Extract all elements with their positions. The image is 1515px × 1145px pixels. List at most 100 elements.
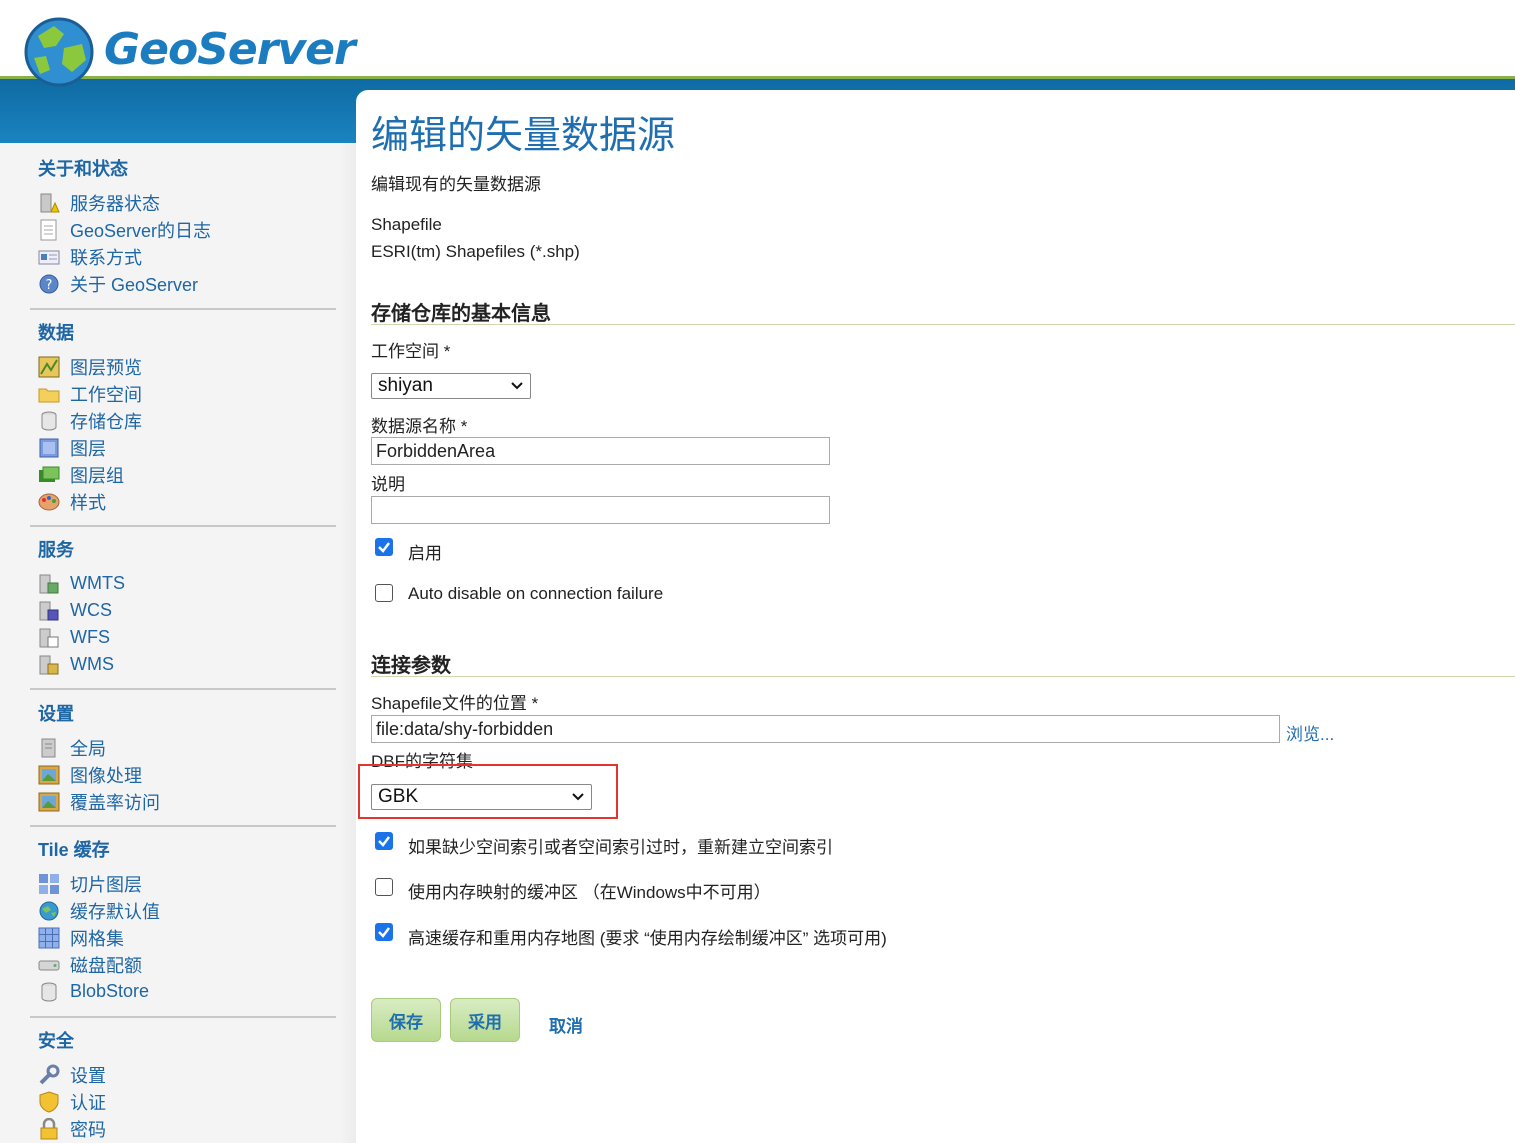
sidebar-item-stores[interactable]: 存储仓库 [38, 407, 336, 434]
cache-memory-maps-checkbox[interactable] [375, 923, 393, 941]
nav-section-services: 服务 WMTS WCS WFS WMS [30, 536, 336, 678]
image-processing-icon [38, 764, 60, 786]
gridsets-icon [38, 927, 60, 949]
sidebar-item-styles[interactable]: 样式 [38, 488, 336, 515]
sidebar-item-wmts[interactable]: WMTS [38, 570, 336, 597]
description-input[interactable] [371, 496, 830, 524]
sidebar-item-label: 图层预览 [70, 357, 142, 378]
sidebar-item-server-status[interactable]: 服务器状态 [38, 189, 336, 216]
page-subtitle: 编辑现有的矢量数据源 [371, 175, 541, 194]
workspace-icon [38, 383, 60, 405]
checkmark-icon [378, 927, 390, 938]
enabled-checkbox[interactable] [375, 538, 393, 556]
section-divider [371, 676, 1515, 677]
nav-section-title: 安全 [38, 1031, 74, 1051]
sidebar-item-blobstore[interactable]: BlobStore [38, 978, 336, 1005]
layer-icon [38, 437, 60, 459]
layer-preview-icon [38, 356, 60, 378]
security-settings-icon [38, 1064, 60, 1086]
sidebar-item-label: 关于 GeoServer [70, 274, 199, 295]
auto-disable-checkbox[interactable] [375, 584, 393, 602]
layer-group-icon [38, 464, 60, 486]
sidebar-item-label: 认证 [70, 1092, 106, 1113]
sidebar-item-passwords[interactable]: 密码 [38, 1115, 336, 1142]
sidebar-item-layer-groups[interactable]: 图层组 [38, 461, 336, 488]
sidebar-item-label: 缓存默认值 [70, 901, 160, 922]
sidebar-item-layers[interactable]: 图层 [38, 434, 336, 461]
wcs-icon [38, 600, 60, 622]
sidebar-item-workspace[interactable]: 工作空间 [38, 380, 336, 407]
sidebar-item-label: BlobStore [70, 981, 150, 1001]
description-label: 说明 [371, 475, 405, 494]
blobstore-icon [38, 981, 60, 1003]
nav-separator [30, 525, 336, 527]
sidebar-item-wfs[interactable]: WFS [38, 624, 336, 651]
sidebar-item-label: 图像处理 [70, 765, 142, 786]
sidebar-item-label: 图层组 [70, 465, 124, 486]
browse-link[interactable]: 浏览... [1286, 720, 1334, 745]
sidebar-item-about[interactable]: ? 关于 GeoServer [38, 270, 336, 297]
data-source-name-input[interactable] [371, 437, 830, 465]
style-icon [38, 491, 60, 513]
apply-button[interactable]: 采用 [450, 998, 520, 1042]
cancel-link[interactable]: 取消 [549, 1012, 583, 1037]
nav-section-tile-cache: Tile 缓存 切片图层 缓存默认值 网格集 磁盘配额 BlobStore [30, 836, 336, 1005]
sidebar-item-label: 全局 [70, 738, 106, 759]
auto-disable-label: Auto disable on connection failure [408, 584, 664, 603]
sidebar-item-wms[interactable]: WMS [38, 651, 336, 678]
sidebar-item-label: 图层 [70, 438, 106, 459]
coverage-access-icon [38, 791, 60, 813]
dbf-charset-select[interactable]: GBK [371, 784, 592, 810]
sidebar-item-wcs[interactable]: WCS [38, 597, 336, 624]
sidebar-item-coverage-access[interactable]: 覆盖率访问 [38, 788, 336, 815]
nav-separator [30, 1016, 336, 1018]
sidebar-item-label: 设置 [70, 1065, 106, 1086]
enabled-label: 启用 [408, 544, 442, 563]
sidebar-item-log[interactable]: GeoServer的日志 [38, 216, 336, 243]
sidebar-item-contact[interactable]: 联系方式 [38, 243, 336, 270]
workspace-label: 工作空间 * [371, 342, 451, 361]
nav-separator [30, 688, 336, 690]
sidebar-item-security-settings[interactable]: 设置 [38, 1061, 336, 1088]
geoserver-globe-icon[interactable] [20, 14, 98, 90]
sidebar-item-authentication[interactable]: 认证 [38, 1088, 336, 1115]
contact-icon [38, 246, 60, 268]
memory-mapped-buffer-checkbox[interactable] [375, 878, 393, 896]
sidebar-item-gridsets[interactable]: 网格集 [38, 924, 336, 951]
memory-mapped-buffer-label: 使用内存映射的缓冲区 （在Windows中不可用） [408, 883, 771, 902]
spatial-index-checkbox[interactable] [375, 832, 393, 850]
log-icon [38, 219, 60, 241]
tile-layers-icon [38, 873, 60, 895]
password-icon [38, 1117, 60, 1140]
sidebar-item-layer-preview[interactable]: 图层预览 [38, 353, 336, 380]
save-button[interactable]: 保存 [371, 998, 441, 1042]
basic-info-heading: 存储仓库的基本信息 [371, 303, 551, 325]
server-status-icon [38, 192, 60, 214]
page-title: 编辑的矢量数据源 [371, 115, 676, 157]
workspace-select[interactable]: shiyan [371, 373, 531, 399]
geoserver-logo-text[interactable]: GeoServer [104, 24, 356, 75]
nav-section-title: 关于和状态 [38, 159, 128, 179]
save-button-label: 保存 [389, 1012, 423, 1032]
sidebar-item-label: WMTS [70, 573, 125, 593]
shapefile-location-input[interactable] [371, 715, 1280, 743]
sidebar-item-disk-quota[interactable]: 磁盘配额 [38, 951, 336, 978]
checkmark-icon [378, 836, 390, 847]
nav-section-title: Tile 缓存 [38, 840, 110, 860]
caching-defaults-icon [38, 900, 60, 922]
spatial-index-label: 如果缺少空间索引或者空间索引过时，重新建立空间索引 [408, 838, 833, 857]
sidebar-item-image-processing[interactable]: 图像处理 [38, 761, 336, 788]
nav-section-settings: 设置 全局 图像处理 覆盖率访问 [30, 700, 336, 815]
sidebar-item-label: 服务器状态 [70, 193, 160, 214]
chevron-down-icon [572, 793, 584, 801]
sidebar-item-global[interactable]: 全局 [38, 734, 336, 761]
sidebar-item-caching-defaults[interactable]: 缓存默认值 [38, 897, 336, 924]
checkmark-icon [378, 542, 390, 553]
nav-section-title: 服务 [38, 540, 74, 560]
wfs-icon [38, 627, 60, 649]
data-source-name-label: 数据源名称 * [371, 417, 468, 436]
disk-quota-icon [38, 954, 60, 976]
sidebar-item-tile-layers[interactable]: 切片图层 [38, 870, 336, 897]
sidebar-item-label: WMS [70, 654, 114, 674]
sidebar-item-label: WCS [70, 600, 112, 620]
